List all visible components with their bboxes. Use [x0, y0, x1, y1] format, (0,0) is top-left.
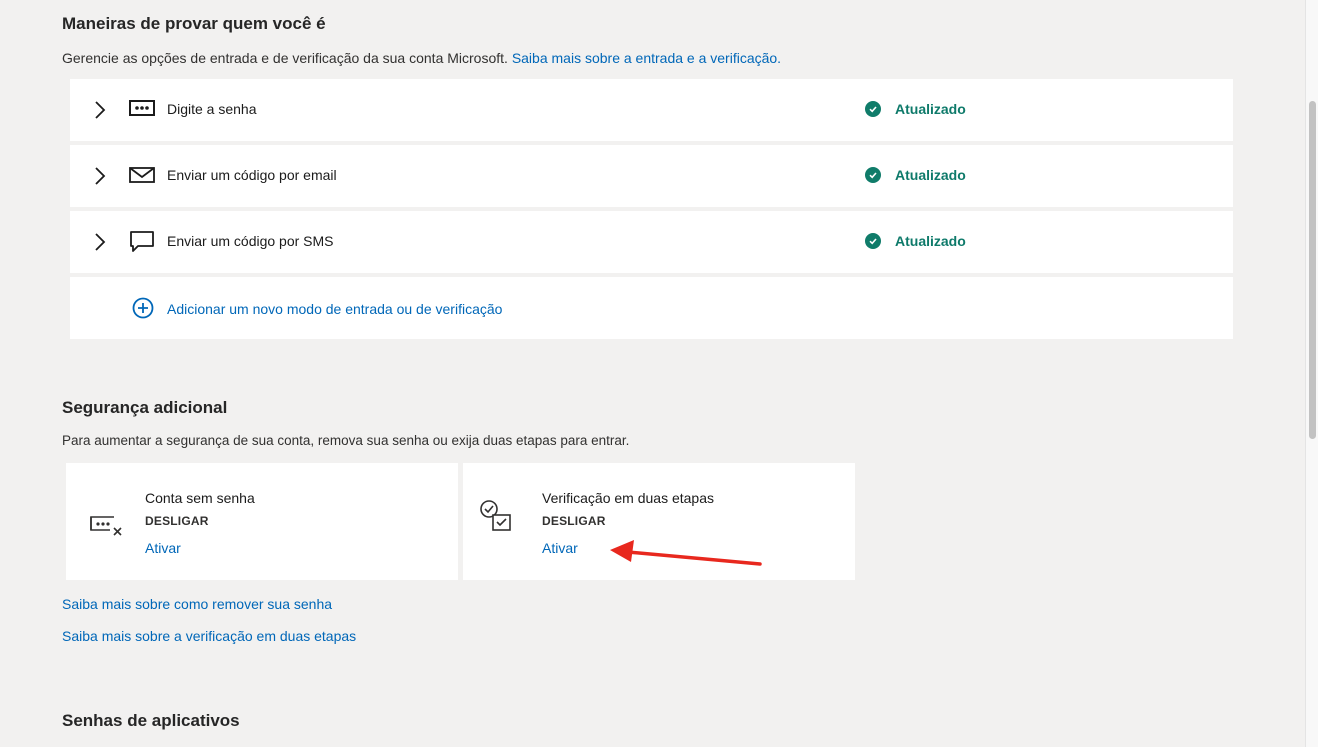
status-text: Atualizado [895, 101, 966, 117]
annotation-arrow-icon [610, 540, 762, 566]
chat-bubble-icon [130, 231, 154, 252]
learn-two-step-link[interactable]: Saiba mais sobre a verificação em duas e… [62, 628, 356, 644]
passwordless-icon [90, 516, 122, 536]
card-state: DESLIGAR [145, 514, 209, 528]
plus-circle-icon[interactable] [132, 297, 154, 319]
chevron-right-icon[interactable] [90, 231, 110, 253]
chevron-right-icon[interactable] [90, 165, 110, 187]
signin-description-text: Gerencie as opções de entrada e de verif… [62, 50, 508, 66]
status-badge: Atualizado [865, 233, 966, 249]
envelope-icon [129, 167, 155, 183]
card-passwordless: Conta sem senha DESLIGAR Ativar [66, 463, 458, 580]
check-circle-icon [865, 101, 881, 117]
scrollbar-thumb[interactable] [1309, 101, 1316, 439]
card-title: Conta sem senha [145, 490, 255, 506]
activate-two-step-link[interactable]: Ativar [542, 540, 578, 556]
learn-more-signin-link[interactable]: Saiba mais sobre a entrada e a verificaç… [512, 50, 781, 66]
method-label: Enviar um código por email [167, 167, 337, 183]
method-row-sms[interactable]: Enviar um código por SMS Atualizado [70, 211, 1233, 273]
learn-remove-password-link[interactable]: Saiba mais sobre como remover sua senha [62, 596, 332, 612]
section-description-security: Para aumentar a segurança de sua conta, … [62, 433, 630, 448]
section-title-security: Segurança adicional [62, 398, 228, 417]
method-label: Digite a senha [167, 101, 257, 117]
section-title-app-passwords: Senhas de aplicativos [62, 711, 240, 730]
method-label: Enviar um código por SMS [167, 233, 334, 249]
check-circle-icon [865, 233, 881, 249]
status-text: Atualizado [895, 167, 966, 183]
password-dots-icon [129, 100, 155, 116]
section-title-signin: Maneiras de provar quem você é [62, 14, 326, 33]
check-circle-icon [865, 167, 881, 183]
status-text: Atualizado [895, 233, 966, 249]
add-method-row: Adicionar um novo modo de entrada ou de … [70, 277, 1233, 339]
scrollbar[interactable] [1305, 0, 1318, 747]
two-step-icon [480, 500, 511, 531]
status-badge: Atualizado [865, 101, 966, 117]
add-method-link[interactable]: Adicionar um novo modo de entrada ou de … [167, 301, 502, 317]
chevron-right-icon[interactable] [90, 99, 110, 121]
card-title: Verificação em duas etapas [542, 490, 714, 506]
section-description-signin: Gerencie as opções de entrada e de verif… [62, 50, 781, 66]
status-badge: Atualizado [865, 167, 966, 183]
activate-passwordless-link[interactable]: Ativar [145, 540, 181, 556]
method-row-password[interactable]: Digite a senha Atualizado [70, 79, 1233, 141]
method-row-email[interactable]: Enviar um código por email Atualizado [70, 145, 1233, 207]
card-state: DESLIGAR [542, 514, 606, 528]
